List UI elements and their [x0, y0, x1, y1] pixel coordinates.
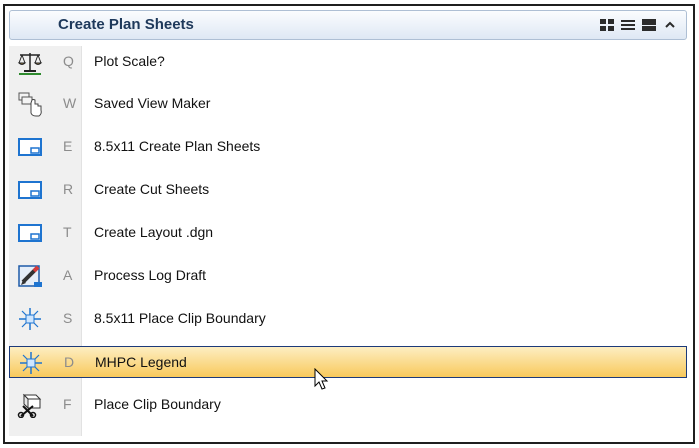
item-label: 8.5x11 Create Plan Sheets — [94, 138, 261, 154]
list-item-create-plan-sheets[interactable]: E 8.5x11 Create Plan Sheets — [9, 131, 687, 163]
panel-header: Create Plan Sheets — [9, 10, 687, 40]
list-item-process-log-draft[interactable]: A Process Log Draft — [9, 260, 687, 292]
panel-title: Create Plan Sheets — [58, 16, 194, 33]
item-label: Saved View Maker — [94, 95, 211, 111]
grid-view-icon[interactable] — [599, 17, 615, 33]
mouse-pointer-icon — [314, 367, 330, 397]
sheet-layout-icon — [17, 177, 43, 203]
detail-view-icon[interactable] — [641, 17, 657, 33]
command-list: Q Plot Scale? W Saved View Maker E 8.5x1… — [9, 46, 687, 436]
shortcut-key: A — [63, 267, 73, 283]
sheet-layout-icon — [17, 220, 43, 246]
create-plan-sheets-panel: Create Plan Sheets Q Plot Scale? W Saved… — [3, 4, 695, 444]
item-label: Create Layout .dgn — [94, 224, 214, 240]
list-item-create-layout-dgn[interactable]: T Create Layout .dgn — [9, 217, 687, 249]
clip-sparkle-icon — [17, 306, 43, 332]
shortcut-key: E — [63, 138, 73, 154]
item-label: Plot Scale? — [94, 53, 165, 69]
scale-balance-icon — [17, 49, 43, 75]
list-view-icon[interactable] — [620, 17, 636, 33]
list-item-saved-view-maker[interactable]: W Saved View Maker — [9, 88, 687, 120]
hand-pointer-views-icon — [17, 91, 43, 117]
list-item-create-cut-sheets[interactable]: R Create Cut Sheets — [9, 174, 687, 206]
shortcut-key: W — [63, 95, 77, 111]
pencil-document-icon — [17, 263, 43, 289]
shortcut-key: Q — [63, 53, 74, 69]
collapse-chevron-icon[interactable] — [662, 17, 678, 33]
shortcut-key: D — [64, 354, 75, 370]
shortcut-key: F — [63, 396, 72, 412]
view-toolbar — [599, 17, 678, 33]
shortcut-key: T — [63, 224, 72, 240]
list-item-place-clip-boundary-8511[interactable]: S 8.5x11 Place Clip Boundary — [9, 303, 687, 335]
list-item-mhpc-legend[interactable]: D MHPC Legend — [9, 346, 687, 378]
list-item-place-clip-boundary[interactable]: F Place Clip Boundary — [9, 389, 687, 421]
item-label: Place Clip Boundary — [94, 396, 221, 412]
item-label: MHPC Legend — [95, 354, 187, 370]
clip-sparkle-icon — [18, 350, 44, 376]
item-label: Process Log Draft — [94, 267, 207, 283]
list-item-plot-scale[interactable]: Q Plot Scale? — [9, 46, 687, 78]
shortcut-key: R — [63, 181, 74, 197]
cube-scissors-icon — [17, 392, 43, 418]
item-label: 8.5x11 Place Clip Boundary — [94, 310, 266, 326]
item-label: Create Cut Sheets — [94, 181, 210, 197]
sheet-layout-icon — [17, 134, 43, 160]
shortcut-key: S — [63, 310, 73, 326]
